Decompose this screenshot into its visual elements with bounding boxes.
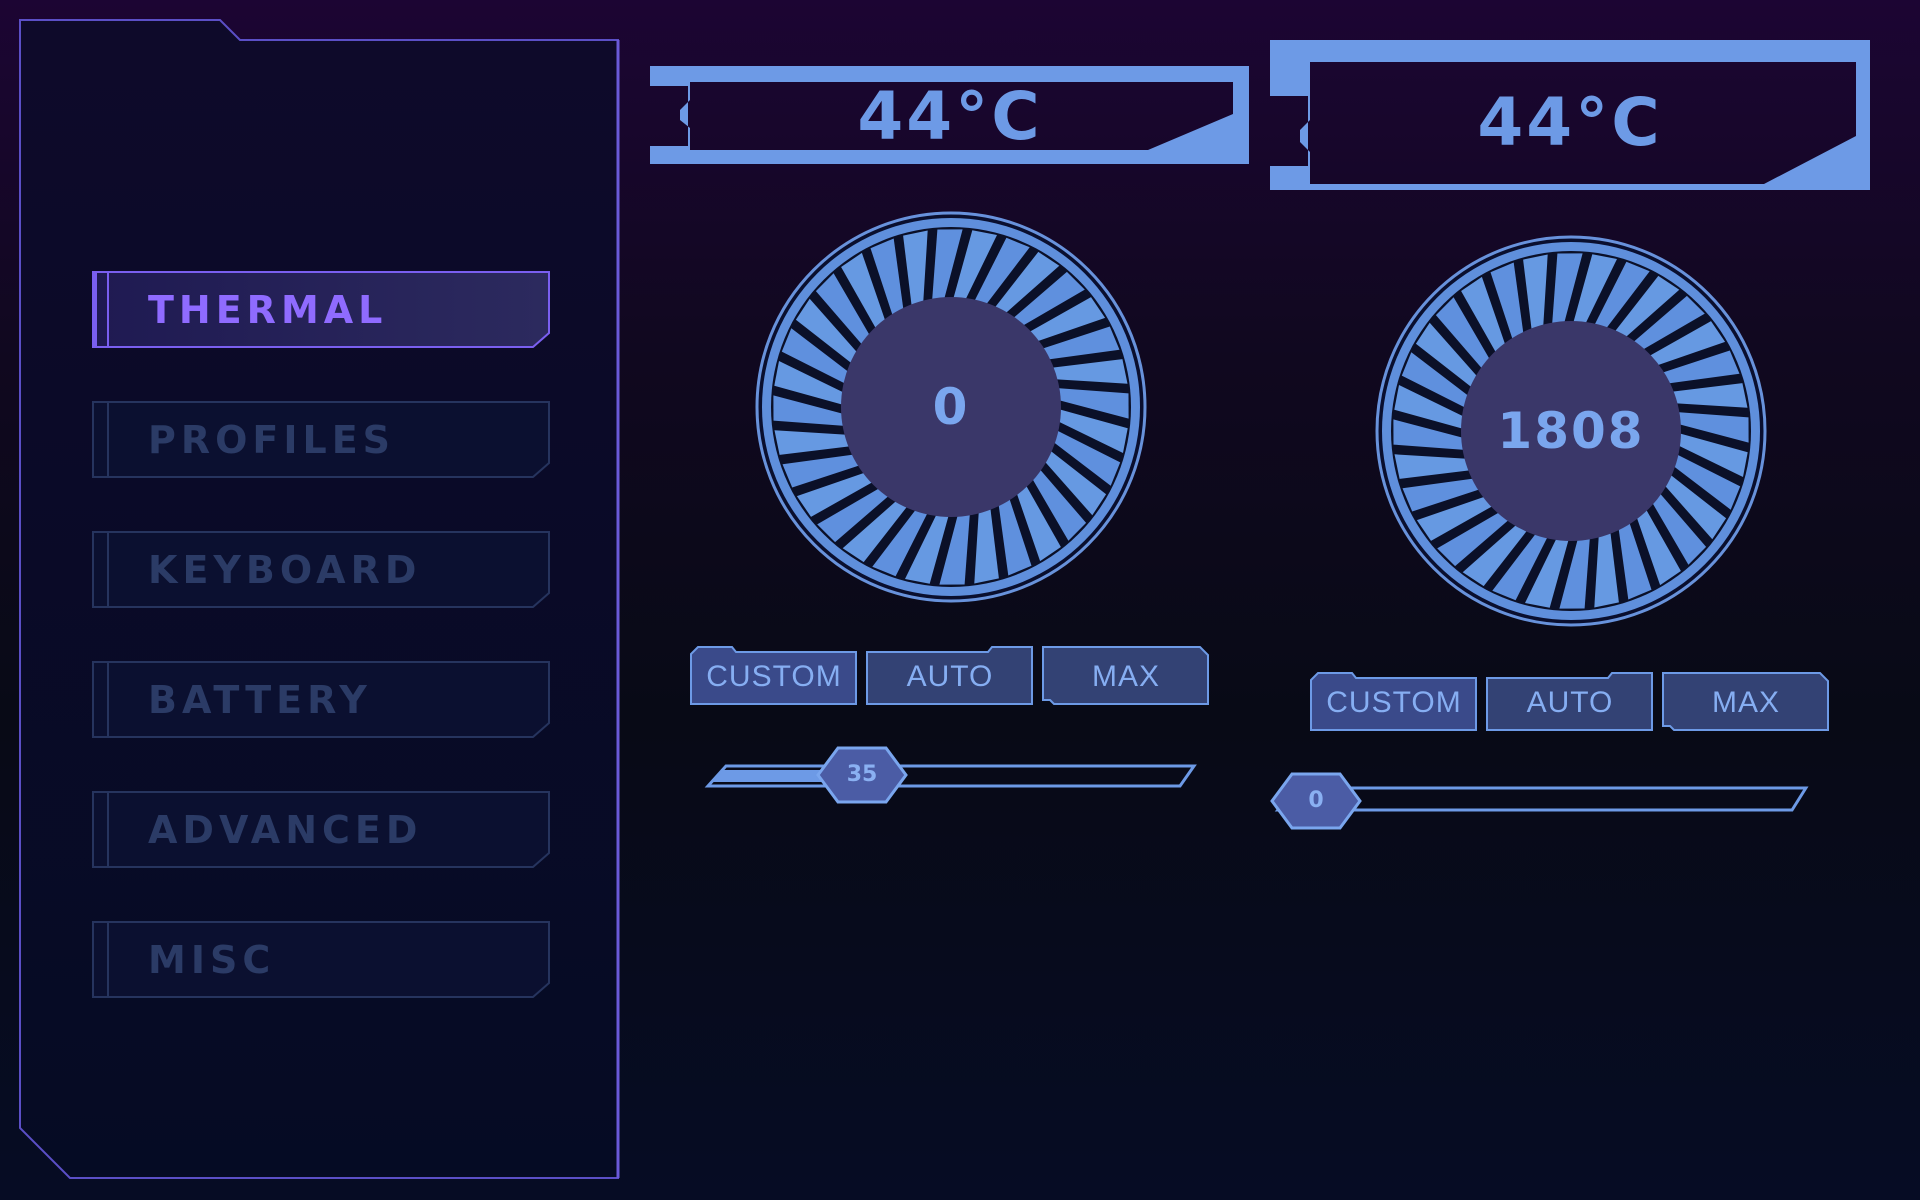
gpu-fan-speed-slider[interactable]: 0	[1270, 764, 1810, 836]
cpu-fan-mode-selector: CUSTOM AUTO MAX	[690, 644, 1210, 706]
auto-mode-button[interactable]: AUTO	[1486, 670, 1654, 732]
sidebar: THERMAL PROFILES KEYBOARD BATTERY ADVANC…	[0, 0, 630, 1200]
cpu-fan-speed-slider[interactable]: 35	[700, 738, 1240, 810]
nav-item-keyboard[interactable]: KEYBOARD	[92, 531, 550, 609]
custom-mode-button[interactable]: CUSTOM	[690, 644, 858, 706]
max-mode-button[interactable]: MAX	[1662, 670, 1830, 732]
temperature-value: 44°C	[1477, 84, 1663, 161]
max-mode-button[interactable]: MAX	[1042, 644, 1210, 706]
nav-item-battery[interactable]: BATTERY	[92, 661, 550, 739]
temperature-value: 44°C	[857, 78, 1043, 155]
auto-mode-button[interactable]: AUTO	[866, 644, 1034, 706]
button-label: CUSTOM	[1326, 686, 1462, 719]
nav-item-label: PROFILES	[148, 418, 396, 462]
nav-item-thermal[interactable]: THERMAL	[92, 271, 550, 349]
fan-rpm: 0	[932, 378, 970, 436]
custom-mode-button[interactable]: CUSTOM	[1310, 670, 1478, 732]
nav-item-misc[interactable]: MISC	[92, 921, 550, 999]
slider-value: 0	[1308, 788, 1324, 813]
slider-handle[interactable]: 35	[816, 746, 908, 804]
cpu-fan: 0	[754, 210, 1148, 604]
nav-item-profiles[interactable]: PROFILES	[92, 401, 550, 479]
button-label: AUTO	[906, 660, 994, 693]
fan-rpm: 1808	[1497, 402, 1645, 460]
nav-item-label: BATTERY	[148, 678, 372, 722]
button-label: MAX	[1711, 686, 1780, 719]
button-label: MAX	[1091, 660, 1160, 693]
gpu-fan: 1808	[1374, 234, 1768, 628]
nav-item-label: THERMAL	[148, 288, 388, 332]
button-label: AUTO	[1526, 686, 1614, 719]
nav-item-advanced[interactable]: ADVANCED	[92, 791, 550, 869]
slider-track	[704, 764, 1197, 788]
gpu-temperature-display: 44°C	[1268, 38, 1872, 192]
gpu-fan-mode-selector: CUSTOM AUTO MAX	[1310, 670, 1830, 732]
cpu-temperature-display: 44°C	[648, 64, 1252, 166]
nav-item-label: ADVANCED	[148, 808, 423, 852]
slider-handle[interactable]: 0	[1270, 772, 1362, 830]
slider-value: 35	[846, 762, 878, 787]
nav-item-label: KEYBOARD	[148, 548, 422, 592]
nav-item-label: MISC	[148, 938, 276, 982]
button-label: CUSTOM	[706, 660, 842, 693]
